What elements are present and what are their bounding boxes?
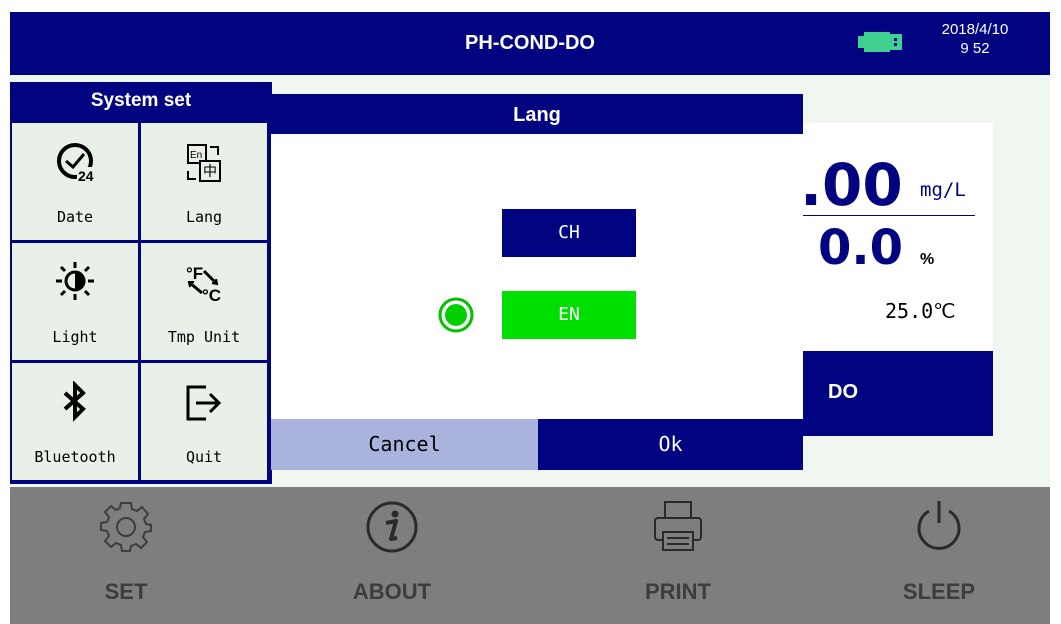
lang-dialog bbox=[271, 134, 803, 420]
saturation-unit: % bbox=[920, 251, 935, 268]
bluetooth-tile[interactable]: Bluetooth bbox=[12, 363, 138, 480]
svg-text:En: En bbox=[190, 150, 202, 161]
svg-text:°C: °C bbox=[202, 286, 221, 305]
svg-text:24: 24 bbox=[78, 168, 94, 184]
info-icon bbox=[366, 501, 418, 553]
do-unit: mg/L bbox=[920, 179, 966, 201]
temperature-unit-icon: °F °C bbox=[186, 264, 221, 305]
bluetooth-icon bbox=[63, 381, 86, 422]
light-tile[interactable]: Light bbox=[12, 243, 138, 360]
power-icon bbox=[917, 501, 961, 550]
clock-time: 9 52 bbox=[960, 40, 990, 57]
bluetooth-label: Bluetooth bbox=[34, 448, 116, 466]
divider bbox=[800, 215, 975, 216]
ok-button[interactable]: Ok bbox=[538, 419, 803, 470]
do-value: .00 bbox=[800, 151, 903, 219]
lang-label: Lang bbox=[185, 208, 223, 226]
print-label: PRINT bbox=[645, 579, 711, 604]
lang-dialog-title: Lang bbox=[271, 94, 803, 134]
radio-selected-icon[interactable] bbox=[438, 297, 474, 333]
usb-connection-icon bbox=[858, 32, 902, 52]
about-button[interactable]: ABOUT bbox=[292, 487, 492, 624]
do-tab[interactable]: DO bbox=[800, 351, 993, 436]
saturation-value: 0.0 bbox=[818, 220, 904, 276]
date-label: Date bbox=[56, 208, 94, 226]
exit-icon bbox=[186, 385, 222, 421]
system-set-title: System set bbox=[90, 90, 192, 111]
svg-text:°F: °F bbox=[186, 264, 203, 283]
lang-option-en[interactable]: EN bbox=[502, 291, 636, 339]
quit-label: Quit bbox=[185, 448, 223, 466]
sleep-label: SLEEP bbox=[902, 579, 976, 604]
lang-tile[interactable]: En 中 Lang bbox=[141, 123, 267, 240]
date-tile[interactable]: 24 Date bbox=[12, 123, 138, 240]
temp-unit-tile[interactable]: °F °C Tmp Unit bbox=[141, 243, 267, 360]
set-label: SET bbox=[104, 579, 148, 604]
svg-text:中: 中 bbox=[203, 164, 217, 180]
measurement-panel: .00 mg/L 0.0 % 25.0℃ bbox=[800, 123, 993, 351]
lang-option-ch[interactable]: CH bbox=[502, 209, 636, 257]
temperature-reading: 25.0℃ bbox=[885, 299, 956, 323]
clock-24-icon: 24 bbox=[57, 143, 95, 184]
light-label: Light bbox=[52, 328, 98, 346]
clock: 2018/4/10 9 52 bbox=[925, 20, 1025, 58]
quit-tile[interactable]: Quit bbox=[141, 363, 267, 480]
printer-icon bbox=[654, 501, 702, 551]
cancel-button[interactable]: Cancel bbox=[271, 419, 538, 470]
about-label: ABOUT bbox=[352, 579, 432, 604]
set-button[interactable]: SET bbox=[26, 487, 226, 624]
gear-icon bbox=[100, 502, 152, 552]
sleep-button[interactable]: SLEEP bbox=[839, 487, 1039, 624]
brightness-icon bbox=[56, 262, 94, 300]
temp-unit-label: Tmp Unit bbox=[167, 328, 241, 346]
do-tab-label: DO bbox=[828, 381, 858, 403]
language-icon: En 中 bbox=[187, 144, 221, 182]
print-button[interactable]: PRINT bbox=[578, 487, 778, 624]
clock-date: 2018/4/10 bbox=[941, 21, 1009, 38]
